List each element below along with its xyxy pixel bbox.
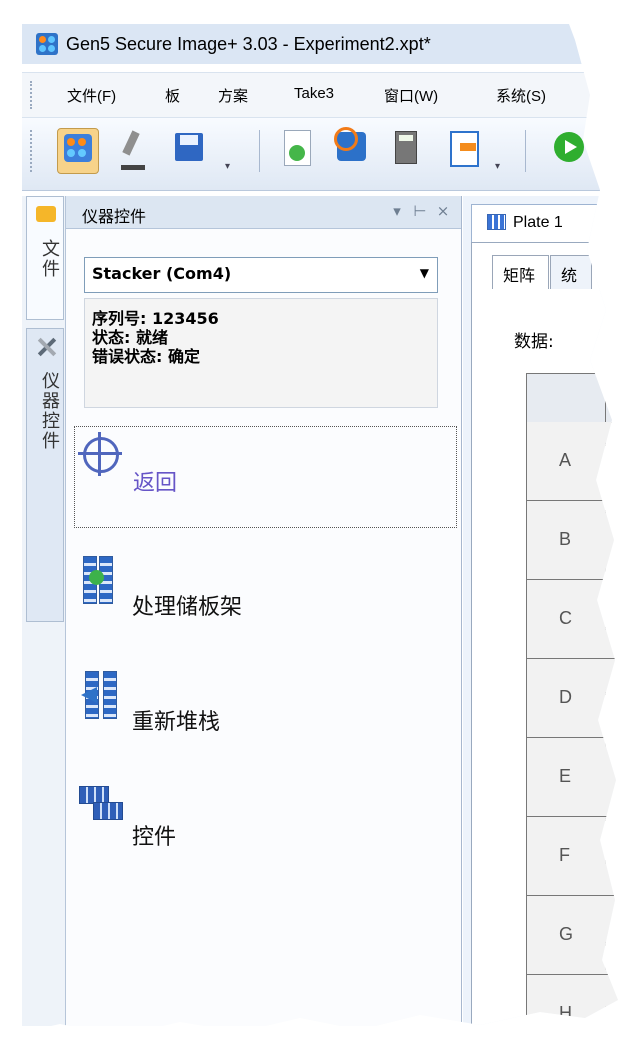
row-header: G: [527, 896, 618, 975]
microscope-icon: [121, 131, 145, 170]
panel-header: 仪器控件 ▾ ⊢ ×: [66, 196, 461, 229]
row-header: E: [527, 738, 618, 817]
gen5-app-icon: [36, 33, 58, 55]
window-title: Gen5 Secure Image+ 3.03 - Experiment2.xp…: [66, 34, 431, 54]
plate-grid-icon: [487, 214, 506, 230]
target-icon: [78, 432, 122, 476]
export-button[interactable]: [442, 128, 482, 172]
error-status-text: 错误状态: 确定: [92, 347, 200, 366]
row-label: C: [559, 608, 572, 628]
window-screenshot-area: Gen5 Secure Image+ 3.03 - Experiment2.xp…: [12, 0, 618, 1036]
plate-layout-button[interactable]: [57, 128, 99, 174]
return-action[interactable]: 返回: [74, 426, 457, 528]
plate-tab-label: Plate 1: [513, 214, 563, 231]
menu-bar: 文件(F) 板 方案 Take3 窗口(W) 系统(S): [22, 72, 618, 118]
restack-label: 重新堆栈: [132, 710, 221, 735]
grid-header: [527, 374, 618, 423]
menu-system[interactable]: 系统(S): [496, 85, 546, 106]
tools-icon: [37, 336, 57, 356]
row-label: G: [559, 924, 574, 944]
calculator-icon: [395, 131, 417, 164]
application-window: Gen5 Secure Image+ 3.03 - Experiment2.xp…: [0, 0, 627, 1055]
process-stack-action[interactable]: 处理储板架: [74, 551, 455, 651]
toolbar-overflow-icon[interactable]: ▾: [495, 161, 505, 173]
plate-read-button[interactable]: [331, 127, 371, 172]
data-label: 数据:: [514, 332, 554, 352]
files-tab[interactable]: 文件: [26, 196, 64, 320]
plate-icon: [64, 134, 92, 162]
toolbar-grip-icon[interactable]: [30, 130, 36, 172]
control-label: 控件: [132, 825, 177, 850]
control-plates-icon: [79, 786, 125, 834]
toolbar-separator: [259, 130, 260, 172]
toolbar-overflow-icon[interactable]: ▾: [225, 161, 235, 173]
device-select[interactable]: Stacker (Com4) ▼: [84, 257, 438, 293]
files-tab-label: 文件: [39, 239, 60, 279]
menu-take3[interactable]: Take3: [294, 85, 334, 102]
close-icon[interactable]: ×: [434, 202, 452, 220]
row-label: E: [559, 766, 572, 786]
reader-control-button[interactable]: [112, 128, 152, 172]
device-info-box: 序列号: 123456 状态: 就绪 错误状态: 确定: [84, 298, 438, 408]
restack-icon: [79, 671, 125, 719]
process-stack-label: 处理储板架: [132, 595, 243, 620]
toolbar-separator: [525, 130, 526, 172]
menu-plate[interactable]: 板: [165, 85, 180, 106]
menu-file[interactable]: 文件(F): [67, 85, 116, 106]
menu-grip-icon[interactable]: [30, 81, 36, 109]
row-header: F: [527, 817, 618, 896]
instrument-controls-panel: 仪器控件 ▾ ⊢ × Stacker (Com4) ▼ 序列号: 123456 …: [66, 196, 462, 1026]
matrix-tab[interactable]: 矩阵: [492, 255, 549, 289]
play-document-icon: [284, 130, 311, 166]
green-status-icon: [89, 570, 104, 585]
main-toolbar: ▾ ▾: [22, 118, 618, 191]
row-label: D: [559, 687, 572, 707]
vertical-tab-strip: 文件 仪器控件: [22, 196, 66, 1026]
row-header: H: [527, 975, 618, 1036]
return-label: 返回: [133, 471, 178, 496]
row-header: A: [527, 422, 618, 501]
control-action[interactable]: 控件: [74, 781, 455, 881]
plate-document-area: Plate 1 矩阵 统 数据: A B C D E F G H: [463, 196, 618, 1036]
chevron-down-icon[interactable]: ▼: [420, 266, 429, 280]
read-now-button[interactable]: [276, 128, 316, 172]
instrument-controls-tab[interactable]: 仪器控件: [26, 328, 64, 622]
menu-protocol[interactable]: 方案: [218, 85, 248, 106]
panel-menu-icon[interactable]: ▾: [388, 202, 406, 220]
row-label: A: [559, 450, 572, 470]
arrow-left-icon: [81, 687, 97, 703]
statistics-tab[interactable]: 统: [550, 255, 592, 289]
device-select-value: Stacker (Com4): [92, 264, 232, 283]
play-icon: [554, 132, 584, 162]
folder-icon: [36, 206, 56, 222]
stack-bars-icon: [103, 671, 117, 719]
row-header: D: [527, 659, 618, 738]
plate-document-tab[interactable]: Plate 1: [471, 204, 618, 243]
statistics-tab-label: 统: [561, 266, 578, 285]
row-label: F: [559, 845, 570, 865]
instrument-controls-tab-label: 仪器控件: [39, 371, 60, 451]
plate-target-icon: [334, 127, 366, 161]
calculator-button[interactable]: [385, 128, 425, 172]
title-bar: Gen5 Secure Image+ 3.03 - Experiment2.xp…: [22, 24, 618, 64]
run-button[interactable]: [548, 128, 588, 172]
stack-process-icon: [79, 556, 125, 604]
restack-action[interactable]: 重新堆栈: [74, 666, 455, 766]
matrix-tab-label: 矩阵: [503, 266, 536, 285]
export-icon: [450, 131, 479, 167]
row-header: B: [527, 501, 618, 580]
save-icon: [175, 133, 203, 161]
plate-matrix-grid: A B C D E F G H: [526, 373, 618, 1036]
pin-icon[interactable]: ⊢: [411, 202, 429, 220]
save-button[interactable]: [168, 128, 208, 172]
menu-window[interactable]: 窗口(W): [384, 85, 438, 106]
plate-view: 矩阵 统 数据: A B C D E F G H: [471, 242, 618, 1036]
row-header: C: [527, 580, 618, 659]
row-label: B: [559, 529, 572, 549]
row-label: H: [559, 1003, 572, 1023]
panel-title: 仪器控件: [82, 207, 147, 226]
